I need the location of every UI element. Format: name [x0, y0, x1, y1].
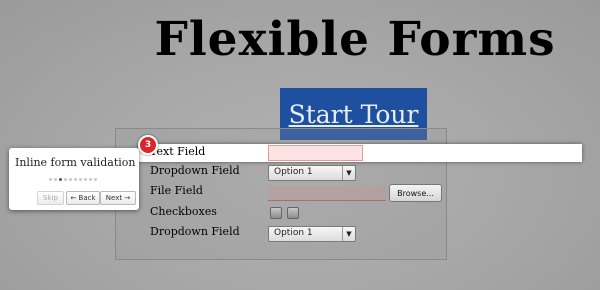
checkbox-2[interactable]: [287, 207, 299, 219]
step-dot: [74, 178, 77, 181]
step-dot: [64, 178, 67, 181]
page-title: Flexible Forms: [154, 12, 556, 67]
skip-button[interactable]: Skip: [37, 191, 64, 205]
checkbox-1[interactable]: [270, 207, 282, 219]
step-number-badge: 3: [138, 135, 158, 155]
step-dot: [49, 178, 52, 181]
file-field-input[interactable]: [268, 186, 386, 201]
text-field-label: Text Field: [150, 145, 206, 158]
step-dot: [69, 178, 72, 181]
dropdown-field-2-select[interactable]: Option 1 ▼: [268, 226, 356, 242]
dropdown-arrow-icon: ▼: [342, 166, 355, 180]
step-dot: [54, 178, 57, 181]
file-field-label: File Field: [150, 184, 203, 197]
dropdown-field-2-label: Dropdown Field: [150, 225, 240, 238]
dropdown-field-select[interactable]: Option 1 ▼: [268, 165, 356, 181]
step-dot: [79, 178, 82, 181]
next-button[interactable]: Next →: [100, 191, 136, 205]
tour-popover: Inline form validation Skip ← Back Next …: [9, 148, 139, 210]
back-button[interactable]: ← Back: [66, 191, 100, 205]
dropdown-arrow-icon: ▼: [342, 227, 355, 241]
dropdown-field-2-value: Option 1: [274, 228, 313, 238]
dropdown-field-label: Dropdown Field: [150, 164, 240, 177]
step-dot: [84, 178, 87, 181]
text-field-input[interactable]: [268, 145, 363, 161]
checkboxes-label: Checkboxes: [150, 205, 217, 218]
step-dot: [89, 178, 92, 181]
step-dot: [59, 178, 62, 181]
browse-button[interactable]: Browse...: [389, 184, 442, 202]
step-dot: [94, 178, 97, 181]
dropdown-field-value: Option 1: [274, 167, 313, 177]
popover-title: Inline form validation: [15, 156, 136, 169]
